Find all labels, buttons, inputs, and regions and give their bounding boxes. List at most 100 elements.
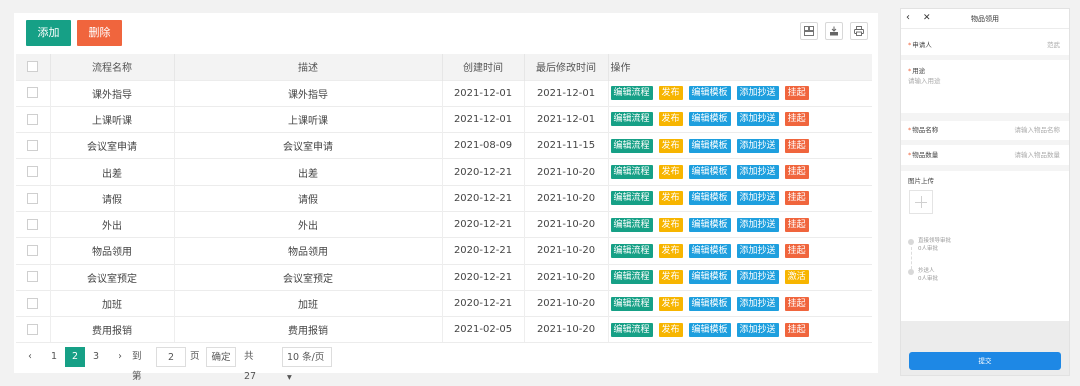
table-row[interactable]: 上课听课 上课听课 2021-12-01 2021-12-01 编辑流程 发布 编辑模板 添加… — [16, 105, 872, 133]
add-cc-button[interactable]: 添加抄送 — [736, 270, 779, 285]
suspend-button[interactable]: 挂起 — [784, 243, 809, 258]
publish-button[interactable]: 发布 — [658, 86, 683, 101]
suspend-button[interactable]: 挂起 — [784, 217, 809, 232]
edit-template-button[interactable]: 编辑模板 — [688, 270, 731, 285]
page-2-button[interactable]: 2 — [65, 347, 85, 367]
add-cc-button[interactable]: 添加抄送 — [736, 191, 779, 206]
suspend-button[interactable]: 挂起 — [784, 322, 809, 337]
submit-button[interactable]: 提交 — [909, 352, 1061, 370]
select-all-checkbox[interactable] — [27, 61, 39, 72]
prev-page-button[interactable]: ‹ — [20, 347, 40, 367]
publish-button[interactable]: 发布 — [658, 217, 683, 232]
page-3-button[interactable]: 3 — [86, 347, 106, 367]
next-page-button[interactable]: › — [110, 347, 130, 367]
table-row[interactable]: 加班 加班 2020-12-21 2021-10-20 编辑流程 发布 编辑模板 添加抄送 挂起 — [16, 289, 872, 317]
edit-template-button[interactable]: 编辑模板 — [688, 165, 731, 180]
publish-button[interactable]: 发布 — [658, 112, 683, 127]
row-checkbox[interactable] — [27, 139, 39, 151]
row-select-cell[interactable] — [16, 263, 51, 291]
add-button[interactable]: 添加 — [26, 20, 71, 46]
edit-template-button[interactable]: 编辑模板 — [688, 191, 731, 206]
add-cc-button[interactable]: 添加抄送 — [736, 243, 779, 258]
grid-layout-icon[interactable] — [800, 22, 818, 40]
table-row[interactable]: 会议室申请 会议室申请 2021-08-09 2021-11-15 编辑流程 发布 编辑模板… — [16, 132, 872, 159]
row-checkbox[interactable] — [27, 271, 39, 283]
row-select-cell[interactable] — [16, 316, 51, 344]
row-checkbox[interactable] — [27, 166, 39, 178]
table-row[interactable]: 出差 出差 2020-12-21 2021-10-20 编辑流程 发布 编辑模板 添加抄送 挂起 — [16, 158, 872, 186]
suspend-button[interactable]: 挂起 — [784, 86, 809, 101]
edit-flow-button[interactable]: 编辑流程 — [610, 86, 653, 101]
publish-button[interactable]: 发布 — [658, 191, 683, 206]
row-select-cell[interactable] — [16, 210, 51, 238]
edit-flow-button[interactable]: 编辑流程 — [610, 112, 653, 127]
edit-template-button[interactable]: 编辑模板 — [688, 112, 731, 127]
row-select-cell[interactable] — [16, 184, 51, 212]
edit-template-button[interactable]: 编辑模板 — [688, 138, 731, 153]
suspend-button[interactable]: 挂起 — [784, 165, 809, 180]
row-checkbox[interactable] — [27, 245, 39, 257]
edit-flow-button[interactable]: 编辑流程 — [610, 138, 653, 153]
edit-template-button[interactable]: 编辑模板 — [688, 86, 731, 101]
publish-button[interactable]: 发布 — [658, 165, 683, 180]
column-header-created[interactable]: 创建时间 — [442, 54, 525, 80]
row-select-cell[interactable] — [16, 105, 51, 133]
goto-confirm-button[interactable]: 确定 — [206, 347, 236, 367]
row-checkbox[interactable] — [27, 113, 39, 125]
activate-button[interactable]: 激活 — [784, 270, 809, 285]
edit-template-button[interactable]: 编辑模板 — [688, 243, 731, 258]
item-name-input[interactable]: 请输入物品名称 — [1015, 124, 1061, 134]
print-icon[interactable] — [850, 22, 868, 40]
row-select-cell[interactable] — [16, 289, 51, 317]
publish-button[interactable]: 发布 — [658, 322, 683, 337]
table-row[interactable]: 请假 请假 2020-12-21 2021-10-20 编辑流程 发布 编辑模板 添加抄送 挂起 — [16, 184, 872, 212]
row-select-cell[interactable] — [16, 237, 51, 265]
usage-field[interactable]: *用途 请输入用途 — [901, 65, 1069, 113]
edit-template-button[interactable]: 编辑模板 — [688, 217, 731, 232]
row-checkbox[interactable] — [27, 87, 39, 99]
table-row[interactable]: 物品领用 物品领用 2020-12-21 2021-10-20 编辑流程 发布 编辑模板 添加… — [16, 237, 872, 265]
upload-plus-button[interactable] — [909, 190, 933, 214]
row-select-cell[interactable] — [16, 79, 51, 107]
column-header-modified[interactable]: 最后修改时间 — [524, 54, 609, 80]
edit-template-button[interactable]: 编辑模板 — [688, 322, 731, 337]
goto-page-input[interactable]: 2 — [156, 347, 186, 367]
add-cc-button[interactable]: 添加抄送 — [736, 296, 779, 311]
publish-button[interactable]: 发布 — [658, 138, 683, 153]
edit-flow-button[interactable]: 编辑流程 — [610, 243, 653, 258]
add-cc-button[interactable]: 添加抄送 — [736, 112, 779, 127]
row-select-cell[interactable] — [16, 132, 51, 159]
add-cc-button[interactable]: 添加抄送 — [736, 322, 779, 337]
row-checkbox[interactable] — [27, 297, 39, 309]
row-checkbox[interactable] — [27, 192, 39, 204]
delete-button[interactable]: 删除 — [77, 20, 122, 46]
edit-template-button[interactable]: 编辑模板 — [688, 296, 731, 311]
suspend-button[interactable]: 挂起 — [784, 191, 809, 206]
edit-flow-button[interactable]: 编辑流程 — [610, 191, 653, 206]
column-header-name[interactable]: 流程名称 — [50, 54, 175, 80]
edit-flow-button[interactable]: 编辑流程 — [610, 270, 653, 285]
add-cc-button[interactable]: 添加抄送 — [736, 86, 779, 101]
suspend-button[interactable]: 挂起 — [784, 138, 809, 153]
publish-button[interactable]: 发布 — [658, 296, 683, 311]
table-row[interactable]: 外出 外出 2020-12-21 2021-10-20 编辑流程 发布 编辑模板 添加抄送 挂起 — [16, 210, 872, 238]
suspend-button[interactable]: 挂起 — [784, 112, 809, 127]
publish-button[interactable]: 发布 — [658, 270, 683, 285]
table-row[interactable]: 费用报销 费用报销 2021-02-05 2021-10-20 编辑流程 发布 编辑模板 添加… — [16, 316, 872, 344]
select-all-header[interactable] — [16, 54, 51, 80]
row-select-cell[interactable] — [16, 158, 51, 186]
page-1-button[interactable]: 1 — [44, 347, 64, 367]
table-row[interactable]: 课外指导 课外指导 2021-12-01 2021-12-01 编辑流程 发布 编辑模板 添加… — [16, 79, 872, 107]
add-cc-button[interactable]: 添加抄送 — [736, 138, 779, 153]
row-checkbox[interactable] — [27, 324, 39, 336]
add-cc-button[interactable]: 添加抄送 — [736, 165, 779, 180]
column-header-desc[interactable]: 描述 — [174, 54, 443, 80]
suspend-button[interactable]: 挂起 — [784, 296, 809, 311]
edit-flow-button[interactable]: 编辑流程 — [610, 165, 653, 180]
table-row[interactable]: 会议室预定 会议室预定 2020-12-21 2021-10-20 编辑流程 发布 编辑模板… — [16, 263, 872, 291]
add-cc-button[interactable]: 添加抄送 — [736, 217, 779, 232]
edit-flow-button[interactable]: 编辑流程 — [610, 296, 653, 311]
publish-button[interactable]: 发布 — [658, 243, 683, 258]
item-qty-input[interactable]: 请输入物品数量 — [1015, 149, 1061, 159]
edit-flow-button[interactable]: 编辑流程 — [610, 322, 653, 337]
